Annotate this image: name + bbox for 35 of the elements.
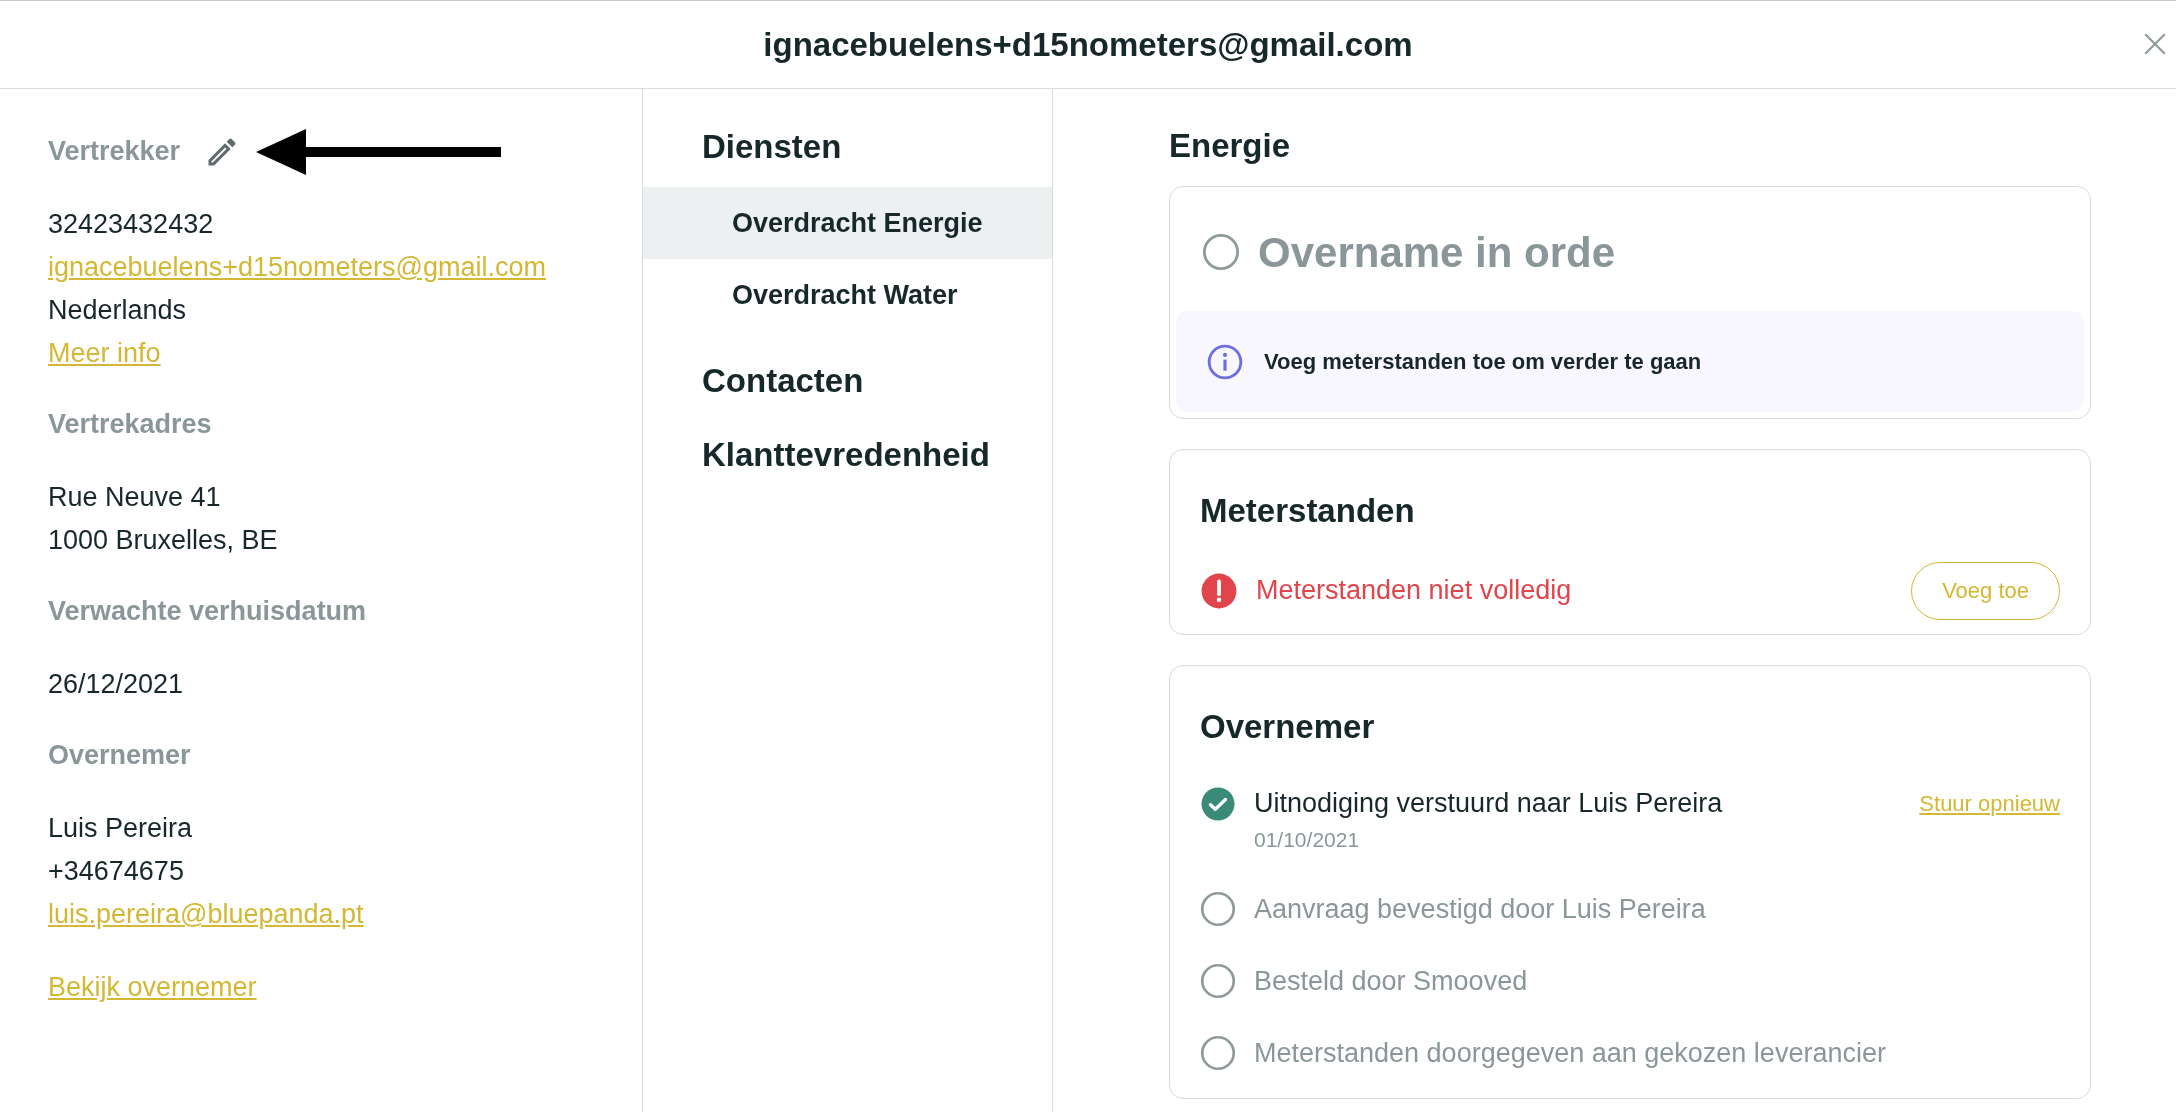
detail-text: 1000 Bruxelles, BE: [48, 524, 278, 558]
nav-group[interactable]: Diensten: [702, 122, 842, 172]
step-label: Besteld door Smooved: [1254, 964, 1528, 998]
detail-text: 32423432432: [48, 208, 214, 242]
step-label: Aanvraag bevestigd door Luis Pereira: [1254, 892, 1706, 926]
arrow-icon: [256, 126, 502, 177]
step-label: Uitnodiging verstuurd naar Luis Pereira: [1254, 787, 1723, 821]
resend-link[interactable]: Stuur opnieuw: [1919, 787, 2060, 820]
info-icon: [1206, 342, 1244, 381]
detail-text: 26/12/2021: [48, 668, 184, 702]
step-date: 01/10/2021: [1254, 826, 1361, 853]
detail-text: Rue Neuve 41: [48, 481, 221, 515]
card-title: Meterstanden: [1200, 491, 1416, 531]
section-heading: Vertrekker: [48, 135, 181, 169]
detail-text: Luis Pereira: [48, 812, 193, 846]
detail-text: +34674675: [48, 855, 184, 889]
nav-item[interactable]: Overdracht Energie: [643, 187, 1052, 259]
status-title: Overname in orde: [1258, 227, 1616, 278]
link[interactable]: luis.pereira@bluepanda.pt: [48, 894, 364, 935]
step-label: Meterstanden doorgegeven aan gekozen leverancier: [1254, 1036, 1886, 1070]
view-link[interactable]: Bekijk overnemer: [48, 967, 257, 1008]
card-title: Overnemer: [1200, 707, 1376, 747]
status-message: Meterstanden niet volledig: [1256, 574, 1572, 608]
section-heading: Verwachte verhuisdatum: [48, 595, 367, 629]
section-heading: Overnemer: [48, 739, 191, 773]
section-title: Energie: [1169, 126, 1291, 167]
link[interactable]: ignacebuelens+d15nometers@gmail.com: [48, 247, 546, 288]
detail-text: Nederlands: [48, 294, 187, 328]
window-title: ignacebuelens+d15nometers@gmail.com: [763, 24, 1413, 65]
nav-group[interactable]: Klanttevredenheid: [702, 430, 990, 480]
link[interactable]: Meer info: [48, 333, 161, 374]
info-text: Voeg meterstanden toe om verder te gaan: [1264, 348, 1702, 376]
close-icon[interactable]: [2142, 31, 2168, 57]
nav-group[interactable]: Contacten: [702, 356, 864, 406]
section-heading: Vertrekadres: [48, 408, 212, 442]
